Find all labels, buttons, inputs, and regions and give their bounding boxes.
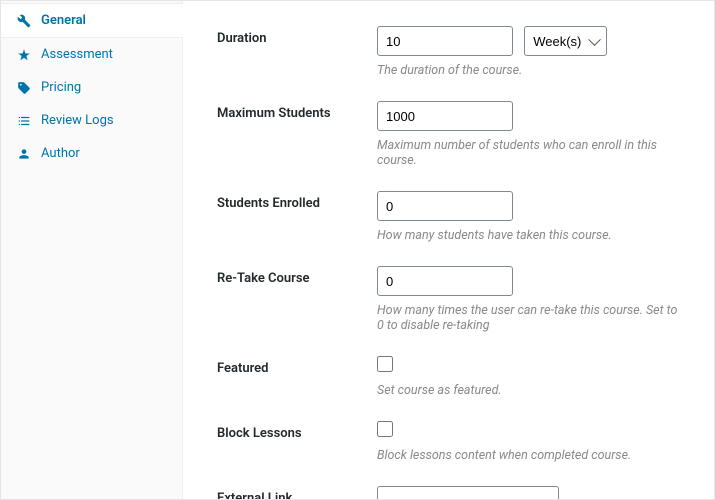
max-students-label: Maximum Students (217, 101, 377, 121)
students-enrolled-desc: How many students have taken this course… (377, 228, 680, 243)
external-link-label: External Link (217, 486, 377, 499)
max-students-input[interactable] (377, 101, 513, 131)
retake-desc: How many times the user can re-take this… (377, 303, 680, 333)
max-students-desc: Maximum number of students who can enrol… (377, 138, 680, 168)
sidebar-item-review-logs[interactable]: Review Logs (1, 104, 182, 137)
sidebar-item-label: Assessment (41, 47, 113, 62)
block-lessons-desc: Block lessons content when completed cou… (377, 448, 680, 463)
duration-desc: The duration of the course. (377, 63, 680, 78)
external-link-input[interactable] (377, 486, 559, 499)
duration-label: Duration (217, 26, 377, 46)
sidebar-item-author[interactable]: Author (1, 137, 182, 170)
settings-sidebar: General Assessment Pricing Review Logs A… (1, 1, 183, 499)
sidebar-item-assessment[interactable]: Assessment (1, 38, 182, 71)
students-enrolled-input[interactable] (377, 191, 513, 221)
sidebar-item-general[interactable]: General (1, 3, 182, 38)
wrench-icon (15, 14, 33, 28)
featured-desc: Set course as featured. (377, 383, 680, 398)
tag-icon (15, 81, 33, 95)
retake-input[interactable] (377, 266, 513, 296)
featured-label: Featured (217, 356, 377, 376)
duration-unit-select[interactable]: Week(s) (524, 26, 607, 56)
user-icon (15, 147, 33, 161)
sidebar-item-label: Author (41, 146, 80, 161)
block-lessons-checkbox[interactable] (377, 421, 393, 437)
list-icon (15, 114, 33, 128)
duration-input[interactable] (377, 26, 513, 56)
settings-panel: Duration Week(s) The duration of the cou… (183, 1, 714, 499)
sidebar-item-pricing[interactable]: Pricing (1, 71, 182, 104)
sidebar-item-label: General (41, 13, 86, 28)
retake-label: Re-Take Course (217, 266, 377, 286)
featured-checkbox[interactable] (377, 356, 393, 372)
students-enrolled-label: Students Enrolled (217, 191, 377, 211)
sidebar-item-label: Pricing (41, 80, 81, 95)
block-lessons-label: Block Lessons (217, 421, 377, 441)
sidebar-item-label: Review Logs (41, 113, 114, 128)
star-icon (15, 48, 33, 62)
